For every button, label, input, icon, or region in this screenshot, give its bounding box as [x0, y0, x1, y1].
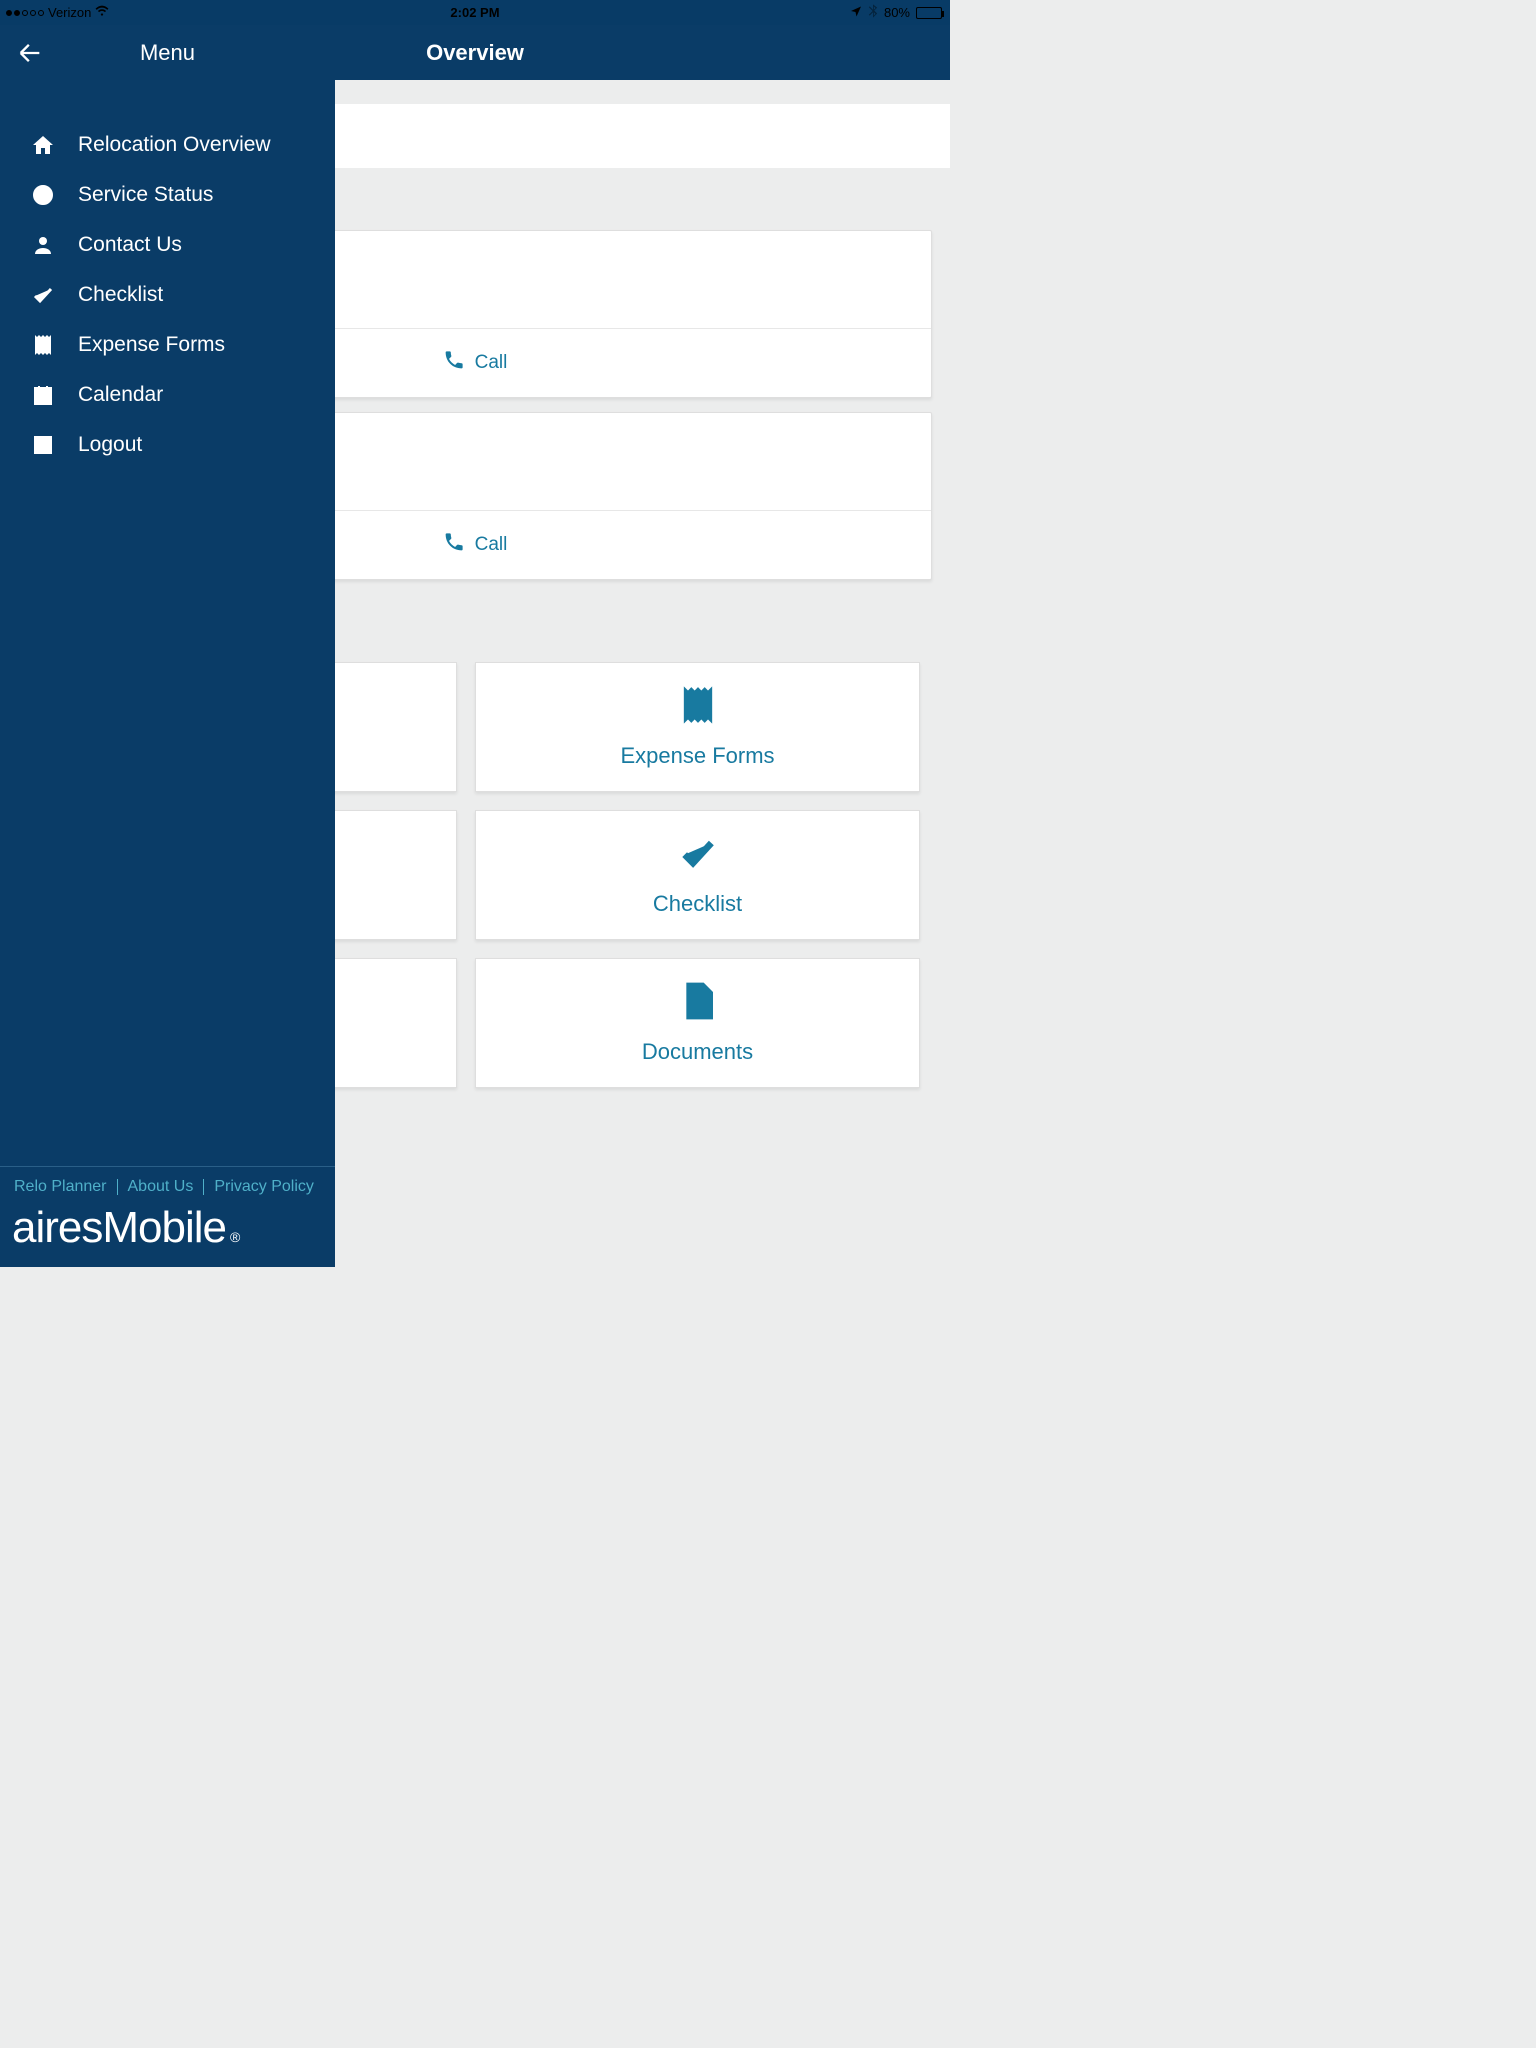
nav-item-label: Logout	[78, 433, 142, 457]
footer-links: Relo Planner About Us Privacy Policy	[0, 1167, 335, 1195]
drawer-title: Menu	[0, 40, 335, 66]
nav-item-label: Service Status	[78, 183, 213, 207]
status-right: 80%	[850, 4, 950, 21]
nav-item-label: Expense Forms	[78, 333, 225, 357]
tile-label: Checklist	[653, 891, 742, 917]
receipt-icon	[678, 685, 718, 731]
carrier-label: Verizon	[48, 5, 91, 20]
nav-service-status[interactable]: Service Status	[0, 170, 335, 220]
drawer-list: Relocation Overview Service Status Conta…	[0, 120, 335, 470]
battery-percent: 80%	[884, 5, 910, 20]
nav-logout[interactable]: Logout	[0, 420, 335, 470]
battery-icon	[916, 7, 942, 19]
person-icon	[30, 233, 56, 257]
status-left: Verizon	[0, 5, 109, 20]
nav-item-label: Relocation Overview	[78, 133, 271, 157]
wifi-icon	[95, 5, 109, 20]
page-title: Overview	[426, 40, 524, 66]
footer-link-about-us[interactable]: About Us	[118, 1179, 205, 1195]
nav-item-label: Contact Us	[78, 233, 182, 257]
phone-icon	[443, 531, 465, 559]
tile-checklist[interactable]: Checklist	[475, 810, 920, 940]
nav-checklist[interactable]: Checklist	[0, 270, 335, 320]
tile-label: Documents	[642, 1039, 753, 1065]
nav-item-label: Calendar	[78, 383, 163, 407]
nav-item-label: Checklist	[78, 283, 163, 307]
check-icon	[678, 833, 718, 879]
nav-drawer: Menu Relocation Overview Service Status …	[0, 25, 335, 1267]
call-label: Call	[475, 534, 508, 556]
clock-icon	[30, 183, 56, 207]
nav-relocation-overview[interactable]: Relocation Overview	[0, 120, 335, 170]
footer-link-relo-planner[interactable]: Relo Planner	[4, 1179, 118, 1195]
footer-link-privacy-policy[interactable]: Privacy Policy	[204, 1179, 324, 1195]
check-icon	[30, 283, 56, 307]
signal-dots-icon	[6, 10, 44, 16]
phone-icon	[443, 349, 465, 377]
brand-name: airesMobile	[12, 1203, 226, 1253]
status-time: 2:02 PM	[450, 5, 499, 20]
call-label: Call	[475, 352, 508, 374]
bluetooth-icon	[868, 4, 878, 21]
calendar-icon	[30, 383, 56, 407]
receipt-icon	[30, 333, 56, 357]
document-icon	[678, 981, 718, 1027]
drawer-header: Menu	[0, 25, 335, 80]
tile-expense-forms[interactable]: Expense Forms	[475, 662, 920, 792]
logout-icon	[30, 433, 56, 457]
brand-logo: airesMobile ®	[0, 1195, 335, 1267]
tile-documents[interactable]: Documents	[475, 958, 920, 1088]
back-button[interactable]	[16, 39, 44, 72]
location-arrow-icon	[850, 5, 862, 20]
registered-mark: ®	[230, 1229, 239, 1245]
nav-expense-forms[interactable]: Expense Forms	[0, 320, 335, 370]
tile-label: Expense Forms	[620, 743, 774, 769]
home-icon	[30, 133, 56, 157]
nav-contact-us[interactable]: Contact Us	[0, 220, 335, 270]
status-bar: Verizon 2:02 PM 80%	[0, 0, 950, 25]
drawer-footer: Relo Planner About Us Privacy Policy air…	[0, 1166, 335, 1267]
nav-calendar[interactable]: Calendar	[0, 370, 335, 420]
